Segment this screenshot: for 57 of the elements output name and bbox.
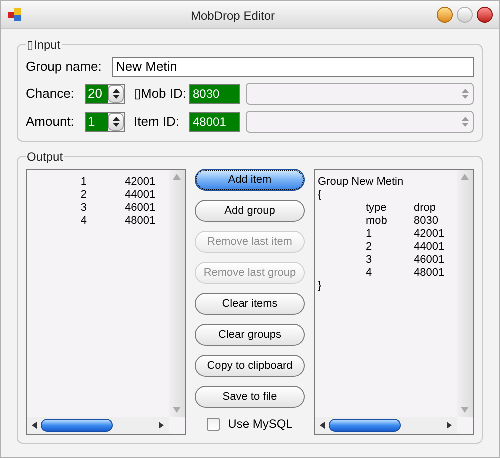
action-button[interactable]: Clear groups — [195, 324, 305, 346]
list-cell-text: 1 — [80, 176, 87, 189]
mob-id-field[interactable]: 8030 — [189, 84, 240, 104]
action-button[interactable]: Copy to clipboard — [195, 355, 305, 377]
list-cell: 46001 — [125, 202, 156, 215]
checkbox-label: Use MySQL — [228, 416, 293, 433]
preview-cell-text: 1 — [366, 228, 374, 241]
preview-cell: drop — [414, 202, 436, 215]
window-title: MobDrop Editor — [191, 8, 276, 25]
spin-arrows-icon — [462, 116, 469, 128]
scroll-left-arrow-icon[interactable] — [320, 422, 325, 429]
field-label: ▯Mob ID: — [134, 85, 188, 104]
preview-cell-text: 4 — [366, 267, 374, 280]
list-cell: 48001 — [125, 215, 156, 228]
preview-cell: 44001 — [414, 241, 445, 254]
dropdown-field[interactable] — [246, 83, 474, 105]
scroll-left-arrow-icon[interactable] — [32, 422, 37, 429]
preview-cell: 42001 — [414, 228, 445, 241]
field-label: Item ID: — [134, 113, 181, 132]
preview-cell: 46001 — [414, 254, 445, 267]
spin-arrows-icon[interactable] — [108, 85, 124, 103]
preview-cell: 8030 — [414, 215, 438, 228]
action-button[interactable]: Clear items — [195, 293, 305, 315]
preview-line: { — [318, 189, 323, 202]
list-cell-text: 2 — [80, 189, 87, 202]
action-button[interactable]: Add item — [195, 169, 305, 191]
preview-cell-text: type — [366, 202, 388, 215]
close-button[interactable] — [477, 6, 493, 22]
list-cell: 44001 — [125, 189, 156, 202]
action-button[interactable]: Save to file — [195, 386, 305, 408]
horizontal-scrollbar[interactable] — [315, 417, 457, 434]
scroll-right-arrow-icon[interactable] — [447, 422, 452, 429]
field-label: Group name: — [26, 58, 103, 76]
app-icon — [7, 6, 23, 22]
list-cell-text: 4 — [80, 215, 87, 228]
amount-spinner[interactable]: 1 — [86, 113, 108, 131]
horizontal-scrollbar[interactable] — [27, 417, 169, 434]
preview-cell-text: 2 — [366, 241, 374, 254]
scroll-right-arrow-icon[interactable] — [159, 422, 164, 429]
preview-cell-text: 3 — [366, 254, 374, 267]
preview-line: } — [318, 280, 323, 293]
chance-spinner[interactable]: 20 — [86, 85, 108, 103]
checkbox[interactable] — [207, 418, 220, 430]
spin-arrows-icon[interactable] — [108, 113, 124, 131]
preview-cell: 48001 — [414, 267, 445, 280]
list-cell: 42001 — [125, 176, 156, 189]
minimize-button[interactable] — [437, 6, 453, 22]
preview-line: Group New Metin — [318, 176, 405, 189]
list-cell-text: 3 — [80, 202, 87, 215]
action-button[interactable]: Add group — [195, 200, 305, 222]
item-id-field[interactable]: 48001 — [189, 112, 240, 132]
dropdown-field[interactable] — [246, 111, 474, 133]
field-label: Chance: — [26, 85, 76, 104]
group-name-field[interactable]: New Metin — [112, 57, 474, 77]
field-label: Amount: — [26, 113, 76, 132]
spin-arrows-icon — [462, 88, 469, 100]
preview-cell-text: mob — [366, 215, 388, 228]
